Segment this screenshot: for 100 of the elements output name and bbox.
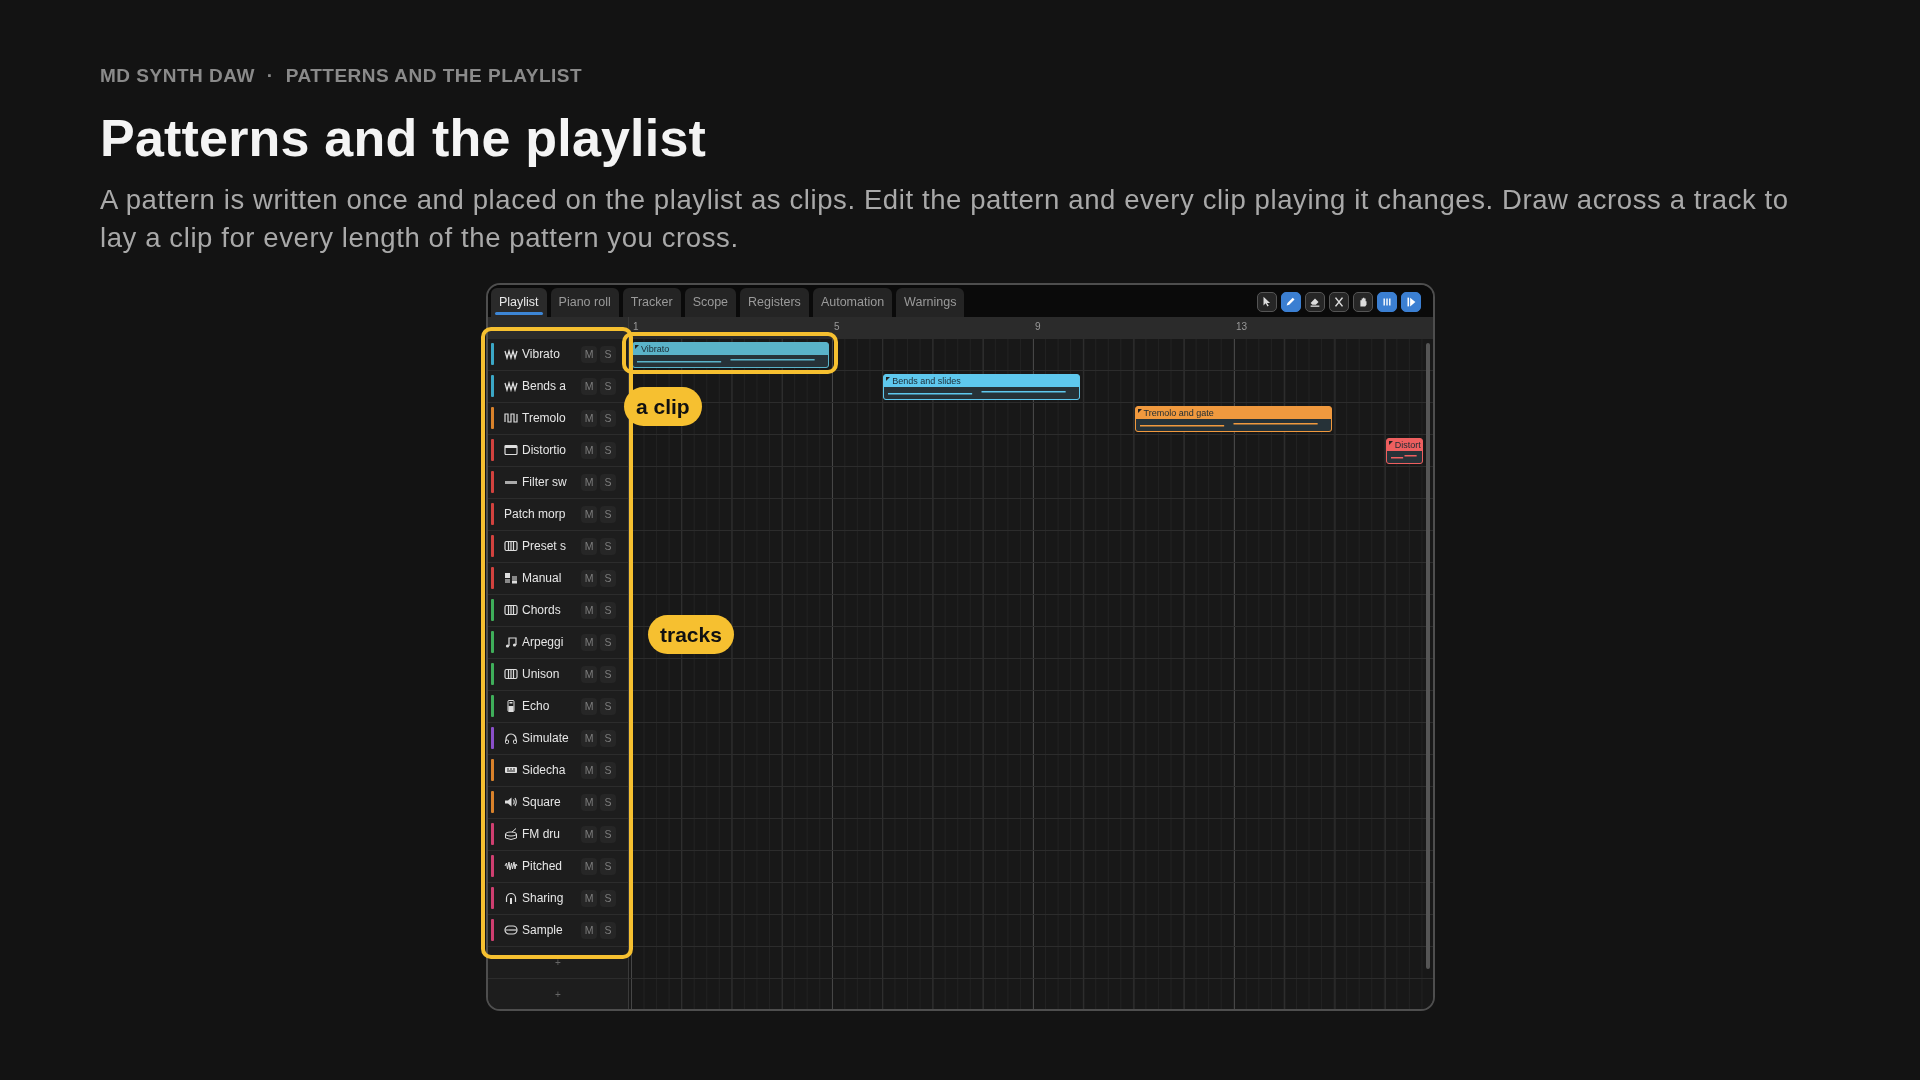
tab[interactable]: Tracker: [622, 287, 681, 317]
solo-button[interactable]: S: [600, 889, 616, 907]
tab[interactable]: Scope: [684, 287, 737, 317]
separator-dot: ·: [266, 64, 274, 88]
scrollbar[interactable]: [1426, 342, 1430, 969]
pedal-icon: [504, 700, 518, 713]
clip[interactable]: Distort: [1385, 437, 1423, 464]
mute-button[interactable]: M: [581, 409, 597, 427]
solo-button[interactable]: S: [600, 601, 616, 619]
solo-button[interactable]: S: [600, 825, 616, 843]
wave-icon: [504, 380, 518, 393]
solo-button[interactable]: S: [600, 537, 616, 555]
solo-button[interactable]: S: [600, 633, 616, 651]
mute-button[interactable]: M: [581, 665, 597, 683]
track-name: Pitched: [522, 858, 564, 876]
step-tool-button[interactable]: [1401, 292, 1421, 313]
note-lines-drawing: [1390, 454, 1417, 459]
keys-icon: [504, 540, 518, 553]
clip-title: Distort: [1394, 439, 1421, 450]
solo-button[interactable]: S: [600, 761, 616, 779]
solo-button[interactable]: S: [600, 377, 616, 395]
mute-button[interactable]: M: [581, 601, 597, 619]
add-track-button[interactable]: +: [555, 986, 561, 1002]
clip[interactable]: Tremolo and gate: [1134, 405, 1332, 432]
solo-button[interactable]: S: [600, 793, 616, 811]
mute-button[interactable]: M: [581, 505, 597, 523]
track-name: Arpeggi: [522, 634, 565, 652]
clip-title: Bends and slides: [892, 375, 961, 386]
mute-button[interactable]: M: [581, 729, 597, 747]
eraser-tool-button[interactable]: [1305, 292, 1325, 313]
window-icon: [504, 444, 518, 457]
track-name: Vibrato: [522, 346, 561, 364]
page-title: Patterns and the playlist: [100, 107, 708, 169]
keys-icon: [504, 604, 518, 617]
noise-wave-icon: [504, 860, 518, 873]
track-name: Tremolo: [522, 410, 567, 428]
drum-icon: [504, 828, 518, 841]
mute-button[interactable]: M: [581, 889, 597, 907]
mute-button[interactable]: M: [581, 345, 597, 363]
clip[interactable]: Vibrato: [632, 341, 829, 368]
solo-button[interactable]: S: [600, 697, 616, 715]
bar-number: 5: [834, 319, 840, 334]
mute-button[interactable]: M: [581, 569, 597, 587]
pencil-tool-button[interactable]: [1281, 292, 1301, 313]
add-track-button[interactable]: +: [555, 954, 561, 970]
square-wave-icon: [504, 412, 518, 425]
hand-tool-button[interactable]: [1353, 292, 1373, 313]
solo-button[interactable]: S: [600, 665, 616, 683]
keys-icon: [504, 668, 518, 681]
mute-button[interactable]: M: [581, 857, 597, 875]
bar-number: 9: [1035, 319, 1041, 334]
track-name: Sample: [522, 922, 564, 940]
mute-button[interactable]: M: [581, 825, 597, 843]
track-name: FM dru: [522, 826, 561, 844]
bar-number: 13: [1236, 319, 1248, 334]
mute-button[interactable]: M: [581, 537, 597, 555]
music-note-icon: [504, 636, 518, 649]
track-name: Unison: [522, 666, 561, 684]
tab[interactable]: Registers: [740, 287, 809, 317]
speaker-icon: [504, 796, 518, 809]
mute-button[interactable]: M: [581, 377, 597, 395]
clip-title: Vibrato: [641, 343, 670, 354]
mute-button[interactable]: M: [581, 633, 597, 651]
track-name: Simulate: [522, 730, 570, 748]
track-name: Patch morp: [504, 506, 567, 524]
pause-tool-button[interactable]: [1377, 292, 1397, 313]
solo-button[interactable]: S: [600, 569, 616, 587]
track-name: Square: [522, 794, 562, 812]
solo-button[interactable]: S: [600, 409, 616, 427]
track-name: Preset s: [522, 538, 567, 556]
tab[interactable]: Playlist: [491, 287, 547, 317]
clip-title: Tremolo and gate: [1143, 407, 1214, 418]
mute-button[interactable]: M: [581, 697, 597, 715]
solo-button[interactable]: S: [600, 505, 616, 523]
mute-button[interactable]: M: [581, 793, 597, 811]
tab[interactable]: Piano roll: [550, 287, 619, 317]
mixer-icon: [504, 572, 518, 585]
solo-button[interactable]: S: [600, 729, 616, 747]
cut-tool-button[interactable]: [1329, 292, 1349, 313]
tab[interactable]: Automation: [812, 287, 893, 317]
solo-button[interactable]: S: [600, 441, 616, 459]
solo-button[interactable]: S: [600, 473, 616, 491]
track-name: Manual: [522, 570, 563, 588]
mute-button[interactable]: M: [581, 473, 597, 491]
track-name: Chords: [522, 602, 562, 620]
pointer-tool-button[interactable]: [1257, 292, 1277, 313]
headphones-icon: [504, 732, 518, 745]
breadcrumb-text: MD SYNTH DAW: [100, 64, 255, 88]
description: A pattern is written once and placed on the playlist as clips. Edit the pattern and every clip playing it changes. Draw across a track to lay a clip for every length of the pattern you cross.: [100, 182, 1790, 255]
track-name: Sidecha: [522, 762, 567, 780]
mute-button[interactable]: M: [581, 921, 597, 939]
solo-button[interactable]: S: [600, 345, 616, 363]
track-name: Sharing: [522, 890, 565, 908]
clip[interactable]: Bends and slides: [883, 373, 1081, 400]
wave-icon: [504, 348, 518, 361]
solo-button[interactable]: S: [600, 857, 616, 875]
tab[interactable]: Warnings: [896, 287, 965, 317]
mute-button[interactable]: M: [581, 441, 597, 459]
mute-button[interactable]: M: [581, 761, 597, 779]
solo-button[interactable]: S: [600, 921, 616, 939]
